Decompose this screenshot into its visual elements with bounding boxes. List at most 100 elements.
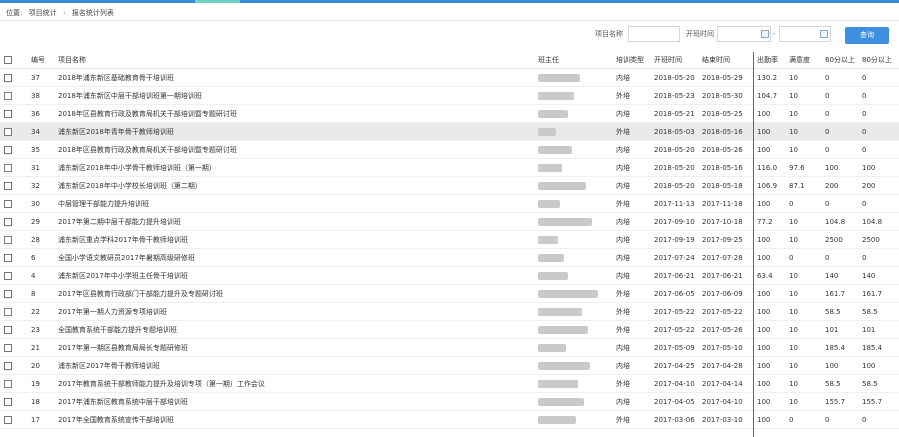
table-row[interactable]: 20 浦东新区2017年骨干教师培训班 内培 2017-04-25 2017-04-28…	[0, 357, 899, 375]
row-select-cell[interactable]	[0, 105, 27, 123]
row-select-cell[interactable]	[0, 123, 27, 141]
row-project-name[interactable]: 浦东新区2018年中小学骨干教师培训班（第一期）	[54, 159, 534, 177]
table-row[interactable]: 31 浦东新区2018年中小学骨干教师培训班（第一期） 内培 2018-05-20 20…	[0, 159, 899, 177]
row-checkbox[interactable]	[4, 379, 12, 388]
row-select-cell[interactable]	[0, 141, 27, 159]
row-checkbox[interactable]	[4, 73, 12, 82]
row-project-name[interactable]: 2017年第二期中层干部能力提升培训班	[54, 213, 534, 231]
row-score60: 155.7	[825, 397, 846, 406]
row-checkbox[interactable]	[4, 307, 12, 316]
table-row[interactable]: 22 2017年第一期人力资源专项培训班 外培 2017-05-22 2017-05-2…	[0, 303, 899, 321]
col-teacher: 班主任	[534, 52, 612, 69]
row-score80: 140	[862, 271, 876, 280]
row-project-name[interactable]: 浦东新区2018年中小学校长培训班（第二期）	[54, 177, 534, 195]
row-checkbox[interactable]	[4, 415, 12, 424]
select-all-cell[interactable]	[0, 52, 27, 69]
col-score60: 60分以上	[821, 52, 858, 69]
row-select-cell[interactable]	[0, 195, 27, 213]
row-satisfaction: 0	[789, 199, 794, 208]
row-project-name[interactable]: 全国小学语文教研员2017年暑期高级研修班	[54, 249, 534, 267]
row-project-name[interactable]: 2017年浦东新区教育系统中层干部培训班	[54, 393, 534, 411]
row-select-cell[interactable]	[0, 375, 27, 393]
table-row[interactable]: 17 2017年全国教育系统宣传干部培训班 外培 2017-03-06 2017-03-…	[0, 411, 899, 429]
row-select-cell[interactable]	[0, 69, 27, 87]
row-select-cell[interactable]	[0, 231, 27, 249]
table-row[interactable]: 4 浦东新区2017年中小学班主任骨干培训班 内培 2017-06-21 2017-06…	[0, 267, 899, 285]
row-project-name[interactable]: 2017年教育系统干部教师能力提升及培训专项（第一期）工作会议	[54, 375, 534, 393]
row-checkbox[interactable]	[4, 271, 12, 280]
row-project-name[interactable]: 中层管理干部能力提升培训班	[54, 195, 534, 213]
row-checkbox[interactable]	[4, 217, 12, 226]
project-name-input[interactable]	[628, 26, 680, 42]
row-end: 2017-09-25	[702, 235, 743, 244]
row-select-cell[interactable]	[0, 87, 27, 105]
table-row[interactable]: 38 2018年浦东新区中层干部培训班第一期培训班 外培 2018-05-23 2018…	[0, 87, 899, 105]
breadcrumb-item-stats[interactable]: 项目统计	[29, 9, 57, 17]
row-project-name[interactable]: 2018年浦东新区中层干部培训班第一期培训班	[54, 87, 534, 105]
table-row[interactable]: 19 2017年教育系统干部教师能力提升及培训专项（第一期）工作会议 外培 2017-…	[0, 375, 899, 393]
row-select-cell[interactable]	[0, 267, 27, 285]
row-select-cell[interactable]	[0, 411, 27, 429]
row-project-name[interactable]: 浦东新区2017年中小学班主任骨干培训班	[54, 267, 534, 285]
calendar-icon[interactable]	[761, 30, 769, 38]
row-checkbox[interactable]	[4, 289, 12, 298]
row-checkbox[interactable]	[4, 145, 12, 154]
table-row[interactable]: 35 2018年区县教育行政及教育局机关干部培训暨专题研讨班 内培 2018-05-2…	[0, 141, 899, 159]
row-select-cell[interactable]	[0, 159, 27, 177]
row-checkbox[interactable]	[4, 127, 12, 136]
redacted-name	[538, 343, 566, 352]
table-row[interactable]: 34 浦东新区2018年青年骨干教师培训班 外培 2018-05-03 2018-05-…	[0, 122, 899, 141]
row-checkbox[interactable]	[4, 181, 12, 190]
row-checkbox[interactable]	[4, 91, 12, 100]
row-checkbox[interactable]	[4, 253, 12, 262]
row-project-name[interactable]: 2018年区县教育行政及教育局机关干部培训暨专题研讨班	[54, 141, 534, 159]
query-button[interactable]: 查询	[845, 27, 889, 44]
col-id: 编号	[27, 52, 54, 69]
row-checkbox[interactable]	[4, 343, 12, 352]
row-checkbox[interactable]	[4, 361, 12, 370]
start-date-label: 开班时间	[686, 30, 714, 38]
table-row[interactable]: 23 全国教育系统干部能力提升专题培训班 外培 2017-05-22 2017-05-2…	[0, 321, 899, 339]
row-checkbox[interactable]	[4, 235, 12, 244]
row-start: 2017-09-10	[654, 217, 695, 226]
row-select-cell[interactable]	[0, 393, 27, 411]
row-checkbox[interactable]	[4, 199, 12, 208]
row-select-cell[interactable]	[0, 285, 27, 303]
table-row[interactable]: 8 2017年区县教育行政部门干部能力提升及专题研讨班 外培 2017-06-05 20…	[0, 285, 899, 303]
row-project-name[interactable]: 浦东新区2018年青年骨干教师培训班	[54, 123, 534, 141]
redacted-name	[538, 145, 572, 154]
row-project-name[interactable]: 2017年第一期人力资源专项培训班	[54, 303, 534, 321]
row-project-name[interactable]: 全国教育系统干部能力提升专题培训班	[54, 321, 534, 339]
table-row[interactable]: 32 浦东新区2018年中小学校长培训班（第二期） 内培 2018-05-20 2018…	[0, 177, 899, 195]
row-select-cell[interactable]	[0, 177, 27, 195]
row-select-cell[interactable]	[0, 321, 27, 339]
calendar-icon[interactable]	[820, 30, 828, 38]
table-row[interactable]: 6 全国小学语文教研员2017年暑期高级研修班 内培 2017-07-24 2017-0…	[0, 249, 899, 267]
row-project-name[interactable]: 2017年第一期区县教育局局长专题研修班	[54, 339, 534, 357]
table-row[interactable]: 30 中层管理干部能力提升培训班 外培 2017-11-13 2017-11-18 100…	[0, 195, 899, 213]
redacted-name	[538, 415, 576, 424]
row-project-name[interactable]: 2018年区县教育行政及教育局机关干部培训暨专题研讨班	[54, 105, 534, 123]
table-row[interactable]: 37 2018年浦东新区基础教育骨干培训班 内培 2018-05-20 2018-05-…	[0, 69, 899, 87]
table-row[interactable]: 28 浦东新区重点学科2017年骨干教师培训班 内培 2017-09-19 2017-0…	[0, 231, 899, 249]
row-select-cell[interactable]	[0, 303, 27, 321]
row-project-name[interactable]: 2018年浦东新区基础教育骨干培训班	[54, 69, 534, 87]
row-checkbox[interactable]	[4, 397, 12, 406]
row-checkbox[interactable]	[4, 325, 12, 334]
table-row[interactable]: 29 2017年第二期中层干部能力提升培训班 内培 2017-09-10 2017-10…	[0, 213, 899, 231]
table-row[interactable]: 36 2018年区县教育行政及教育局机关干部培训暨专题研讨班 内培 2018-05-2…	[0, 105, 899, 123]
row-select-cell[interactable]	[0, 339, 27, 357]
row-select-cell[interactable]	[0, 213, 27, 231]
row-select-cell[interactable]	[0, 357, 27, 375]
select-all-checkbox[interactable]	[4, 56, 12, 64]
row-project-name[interactable]: 浦东新区2017年骨干教师培训班	[54, 357, 534, 375]
row-project-name[interactable]: 浦东新区重点学科2017年骨干教师培训班	[54, 231, 534, 249]
row-score60: 100	[825, 361, 839, 370]
row-checkbox[interactable]	[4, 109, 12, 118]
table-row[interactable]: 18 2017年浦东新区教育系统中层干部培训班 内培 2017-04-05 2017-0…	[0, 393, 899, 411]
row-checkbox[interactable]	[4, 163, 12, 172]
row-select-cell[interactable]	[0, 249, 27, 267]
row-project-name[interactable]: 2017年全国教育系统宣传干部培训班	[54, 411, 534, 429]
row-project-name[interactable]: 2017年区县教育行政部门干部能力提升及专题研讨班	[54, 285, 534, 303]
table-row[interactable]: 21 2017年第一期区县教育局局长专题研修班 内培 2017-05-09 2017-0…	[0, 339, 899, 357]
